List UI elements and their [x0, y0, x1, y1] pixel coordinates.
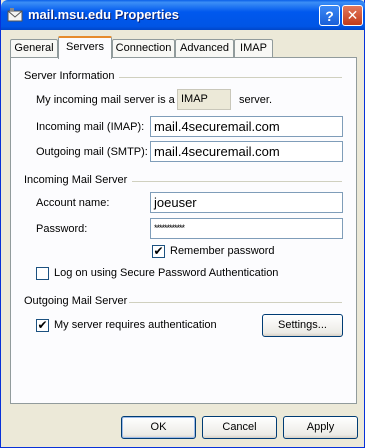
tab-servers[interactable]: Servers	[58, 36, 112, 59]
outgoing-server-heading: Outgoing Mail Server	[24, 295, 128, 307]
remember-password-label: Remember password	[170, 245, 275, 257]
help-button[interactable]: ?	[319, 5, 340, 26]
incoming-type-suffix: server.	[239, 94, 273, 106]
outgoing-mail-input[interactable]: mail.4securemail.com	[150, 141, 343, 162]
tab-connection[interactable]: Connection	[112, 39, 175, 58]
apply-button[interactable]: Apply	[283, 416, 358, 439]
account-name-label: Account name:	[36, 197, 110, 209]
remember-password-checkbox[interactable]: ✔	[152, 245, 165, 258]
incoming-mail-label: Incoming mail (IMAP):	[36, 121, 145, 133]
properties-dialog: mail.msu.edu Properties ? ✕ General Serv…	[0, 0, 365, 448]
title-bar[interactable]: mail.msu.edu Properties ? ✕	[1, 0, 365, 30]
spa-label: Log on using Secure Password Authenticat…	[54, 267, 279, 279]
incoming-server-heading: Incoming Mail Server	[24, 174, 128, 186]
mail-account-icon	[7, 8, 23, 22]
outgoing-mail-label: Outgoing mail (SMTP):	[36, 146, 148, 158]
divider	[119, 77, 342, 78]
account-name-input[interactable]: joeuser	[150, 192, 343, 213]
password-input[interactable]: ************	[150, 218, 343, 239]
divider	[129, 302, 342, 303]
password-label: Password:	[36, 223, 88, 235]
servers-panel: Server Information My incoming mail serv…	[10, 57, 357, 404]
tab-imap[interactable]: IMAP	[234, 39, 273, 58]
requires-auth-checkbox[interactable]: ✔	[36, 319, 49, 332]
requires-auth-label: My server requires authentication	[54, 319, 217, 331]
server-information-heading: Server Information	[24, 70, 115, 82]
incoming-type-prefix: My incoming mail server is a	[36, 94, 175, 106]
cancel-button[interactable]: Cancel	[202, 416, 277, 439]
settings-button[interactable]: Settings...	[262, 314, 343, 337]
close-button[interactable]: ✕	[342, 5, 363, 26]
window-title: mail.msu.edu Properties	[28, 7, 179, 22]
close-icon: ✕	[346, 7, 359, 23]
tab-advanced[interactable]: Advanced	[175, 39, 234, 58]
divider	[132, 181, 342, 182]
spa-checkbox[interactable]	[36, 267, 49, 280]
server-type-field: IMAP	[177, 89, 231, 110]
incoming-mail-input[interactable]: mail.4securemail.com	[150, 116, 343, 137]
ok-button[interactable]: OK	[121, 416, 196, 439]
help-icon: ?	[325, 7, 334, 24]
tab-general[interactable]: General	[10, 39, 58, 58]
